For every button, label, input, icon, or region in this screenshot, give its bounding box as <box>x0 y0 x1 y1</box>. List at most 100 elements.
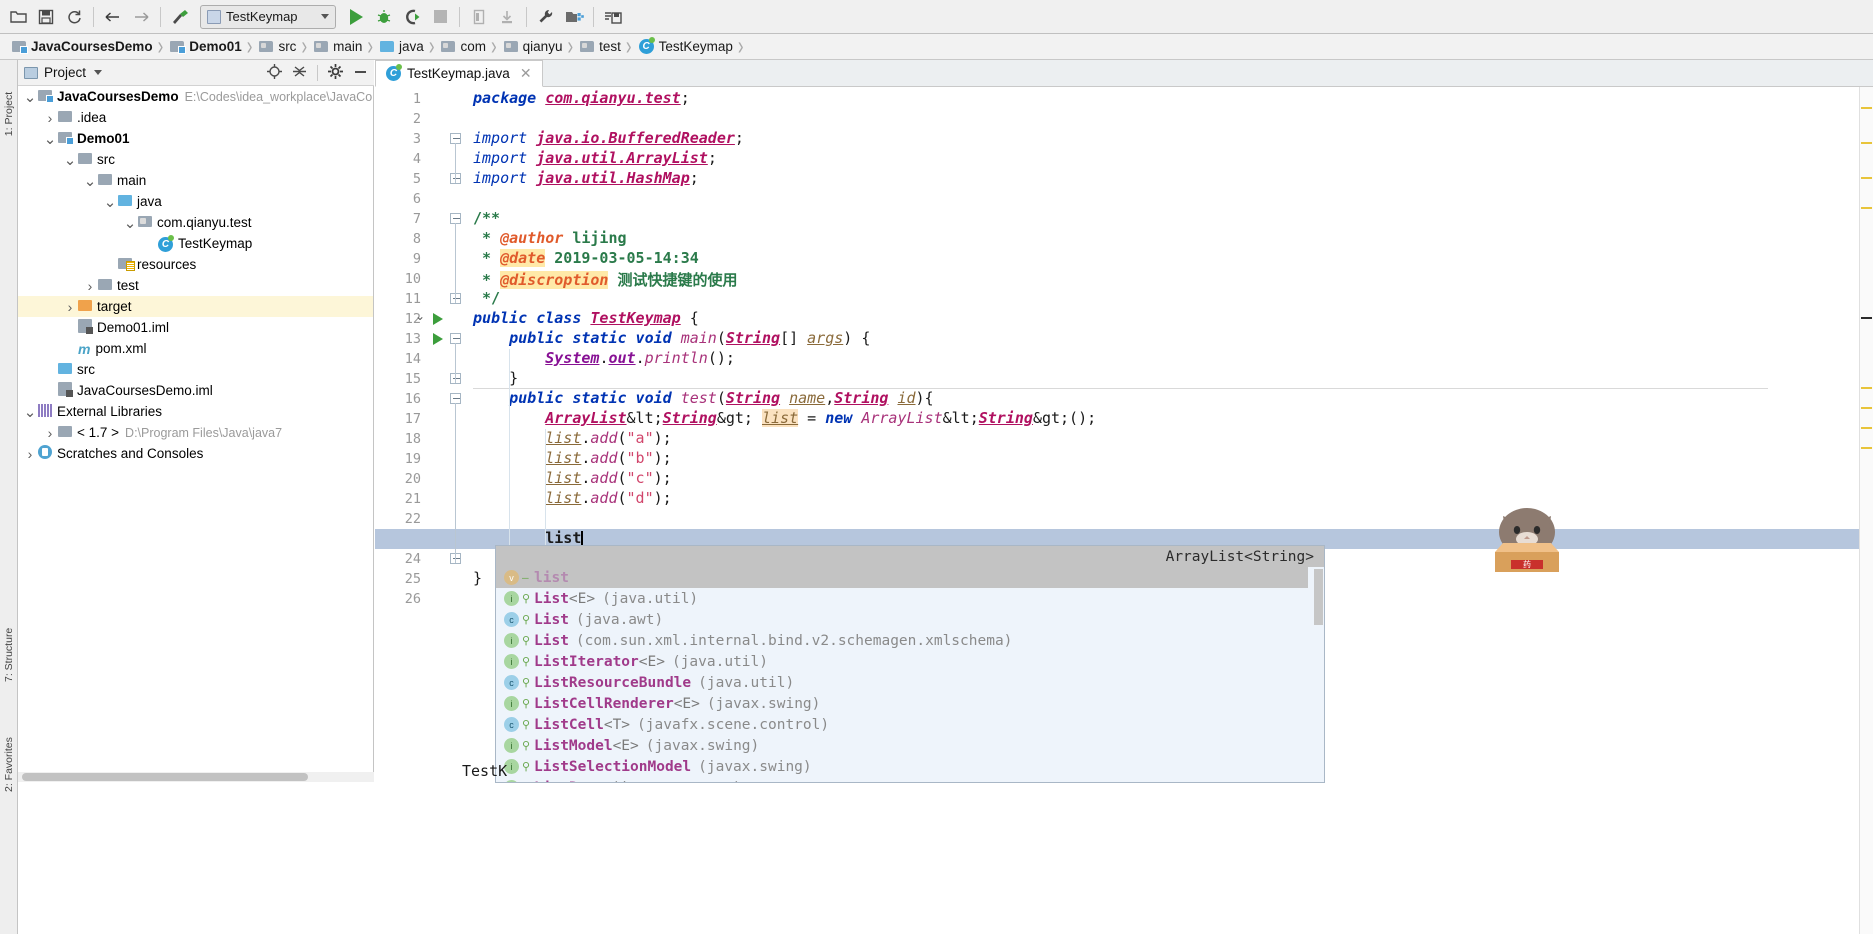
marker-stripe[interactable] <box>1861 107 1872 109</box>
chevron-down-icon[interactable]: ⌄ <box>22 88 38 106</box>
completion-item-listcell[interactable]: c ⚲ ListCell <T> (javafx.scene.control) <box>496 714 1308 735</box>
hide-minimize-icon[interactable] <box>353 64 368 82</box>
run-coverage-icon[interactable] <box>398 3 426 31</box>
breadcrumb-item-qianyu[interactable]: qianyu <box>498 34 567 60</box>
code-line-20[interactable]: list.add("c"); <box>473 469 671 487</box>
marker-stripe[interactable] <box>1861 177 1872 179</box>
breadcrumb-item-src[interactable]: src <box>253 34 300 60</box>
run-configuration-selector[interactable]: TestKeymap <box>200 4 336 29</box>
code-line-5[interactable]: import java.util.HashMap; <box>473 169 699 187</box>
save-all-icon[interactable] <box>599 3 627 31</box>
debug-icon[interactable] <box>370 3 398 31</box>
build-hammer-icon[interactable] <box>166 3 194 31</box>
tree-item-1-7[interactable]: › < 1.7 > D:\Program Files\Java\java7 <box>18 422 373 443</box>
chevron-down-icon[interactable]: ⌄ <box>102 193 118 211</box>
forward-arrow-icon[interactable] <box>127 3 155 31</box>
completion-item-listmodel[interactable]: i ⚲ ListModel <E> (javax.swing) <box>496 735 1308 756</box>
breadcrumb-item-javacoursesdemo[interactable]: JavaCoursesDemo <box>6 34 157 60</box>
chevron-right-icon[interactable]: › <box>42 425 58 441</box>
code-completion-popup[interactable]: ArrayList<String> v – list i ⚲ List <E> (java.u… <box>495 545 1325 783</box>
tree-item-test[interactable]: › test <box>18 275 373 296</box>
marker-stripe[interactable] <box>1861 407 1872 409</box>
code-line-11[interactable]: */ <box>473 289 500 307</box>
chevron-right-icon[interactable]: › <box>42 110 58 126</box>
tree-item-testkeymap[interactable]: ·C TestKeymap <box>18 233 373 254</box>
chevron-right-icon[interactable]: › <box>22 446 38 462</box>
breadcrumb-item-test[interactable]: test <box>574 34 625 60</box>
code-line-14[interactable]: System.out.println(); <box>473 349 735 367</box>
target-locate-icon[interactable] <box>267 63 282 82</box>
tree-item-com-qianyu-test[interactable]: ⌄ com.qianyu.test <box>18 212 373 233</box>
tree-item-resources[interactable]: · resources <box>18 254 373 275</box>
marker-stripe[interactable] <box>1861 317 1872 319</box>
code-line-3[interactable]: import java.io.BufferedReader; <box>473 129 744 147</box>
chevron-right-icon[interactable]: › <box>62 299 78 315</box>
open-folder-icon[interactable] <box>4 3 32 31</box>
marker-stripe[interactable] <box>1861 427 1872 429</box>
tool-button-favorites[interactable]: 2: Favorites <box>3 737 15 792</box>
tool-button-project[interactable]: 1: Project <box>3 88 15 140</box>
breadcrumb-item-com[interactable]: com <box>435 34 490 60</box>
code-line-12[interactable]: public class TestKeymap { <box>473 309 699 327</box>
editor-tab-testkeymap[interactable]: C TestKeymap.java ✕ <box>375 60 543 87</box>
completion-item-list[interactable]: v – list <box>496 567 1308 588</box>
code-line-9[interactable]: * @date 2019-03-05-14:34 <box>473 249 699 267</box>
breadcrumb-item-main[interactable]: main <box>308 34 366 60</box>
sync-icon[interactable] <box>60 3 88 31</box>
tree-item-javacoursesdemo-iml[interactable]: · JavaCoursesDemo.iml <box>18 380 373 401</box>
update-app-icon[interactable] <box>493 3 521 31</box>
code-line-4[interactable]: import java.util.ArrayList; <box>473 149 717 167</box>
settings-gear-icon[interactable] <box>328 63 343 82</box>
chevron-down-icon[interactable]: ⌄ <box>122 214 138 232</box>
marker-stripe[interactable] <box>1861 207 1872 209</box>
code-line-13[interactable]: public static void main(String[] args) { <box>473 329 870 347</box>
code-line-10[interactable]: * @discroption 测试快捷键的使用 <box>473 269 738 290</box>
tree-item-src[interactable]: · src <box>18 359 373 380</box>
marker-stripe[interactable] <box>1861 142 1872 144</box>
code-line-7[interactable]: /** <box>473 209 500 227</box>
code-line-18[interactable]: list.add("a"); <box>473 429 671 447</box>
chevron-down-icon[interactable]: ⌄ <box>62 151 78 169</box>
completion-item-list[interactable]: i ⚲ List <E> (java.util) <box>496 588 1308 609</box>
chevron-down-icon[interactable] <box>94 70 103 75</box>
collapse-all-icon[interactable] <box>292 64 307 82</box>
code-line-1[interactable]: package com.qianyu.test; <box>473 89 690 107</box>
tree-item-java[interactable]: ⌄ java <box>18 191 373 212</box>
chevron-down-icon[interactable]: ⌄ <box>22 403 38 421</box>
completion-item-listselectionmodel[interactable]: i ⚲ ListSelectionModel (javax.swing) <box>496 756 1308 777</box>
breadcrumb-item-testkeymap[interactable]: C TestKeymap <box>633 34 737 60</box>
tree-item-demo01-iml[interactable]: · Demo01.iml <box>18 317 373 338</box>
tree-item-external-libraries[interactable]: ⌄ External Libraries <box>18 401 373 422</box>
completion-item-listiterator[interactable]: i ⚲ ListIterator <E> (java.util) <box>496 651 1308 672</box>
tree-item-demo01[interactable]: ⌄ Demo01 <box>18 128 373 149</box>
breadcrumb-item-demo01[interactable]: Demo01 <box>164 34 246 60</box>
chevron-down-icon[interactable]: ⌄ <box>82 172 98 190</box>
project-structure-icon[interactable] <box>560 3 588 31</box>
completion-item-list[interactable]: c ⚲ List (java.awt) <box>496 609 1308 630</box>
project-tree-hscroll-thumb[interactable] <box>22 773 308 781</box>
chevron-down-icon[interactable]: ⌄ <box>42 130 58 148</box>
profile-icon[interactable] <box>465 3 493 31</box>
tree-item-javacoursesdemo[interactable]: ⌄ JavaCoursesDemo E:\Codes\idea_workplace\… <box>18 86 373 107</box>
code-line-19[interactable]: list.add("b"); <box>473 449 671 467</box>
breadcrumb-item-java[interactable]: java <box>374 34 428 60</box>
tree-item-scratches-and-consoles[interactable]: › Scratches and Consoles <box>18 443 373 464</box>
project-tree[interactable]: ⌄ JavaCoursesDemo E:\Codes\idea_workplace\… <box>18 86 374 772</box>
code-line-25[interactable]: } <box>473 569 482 587</box>
tree-item-idea[interactable]: › .idea <box>18 107 373 128</box>
code-line-15[interactable]: } <box>473 369 518 387</box>
code-line-17[interactable]: ArrayList&lt;String&gt; list = new Array… <box>473 409 1096 427</box>
completion-item-list[interactable]: i ⚲ List (com.sun.xml.internal.bind.v2.sche… <box>496 630 1308 651</box>
close-icon[interactable]: ✕ <box>520 65 532 82</box>
code-line-16[interactable]: public static void test(String name,Stri… <box>473 389 933 407</box>
tool-button-structure[interactable]: 7: Structure <box>3 628 15 682</box>
tree-item-main[interactable]: ⌄ main <box>18 170 373 191</box>
editor-marker-bar[interactable] <box>1859 87 1873 934</box>
tree-item-pom-xml[interactable]: ·m pom.xml <box>18 338 373 359</box>
stop-icon[interactable] <box>426 3 454 31</box>
chevron-right-icon[interactable]: › <box>82 278 98 294</box>
completion-item-listcellrenderer[interactable]: i ⚲ ListCellRenderer <E> (javax.swing) <box>496 693 1308 714</box>
completion-item-listpeer[interactable]: i⚲ListPeer (java.awt.peer) <box>496 777 1308 782</box>
code-editor[interactable]: 1234567891011121314151617181920212223242… <box>375 87 1873 934</box>
completion-item-listresourcebundle[interactable]: c ⚲ ListResourceBundle (java.util) <box>496 672 1308 693</box>
